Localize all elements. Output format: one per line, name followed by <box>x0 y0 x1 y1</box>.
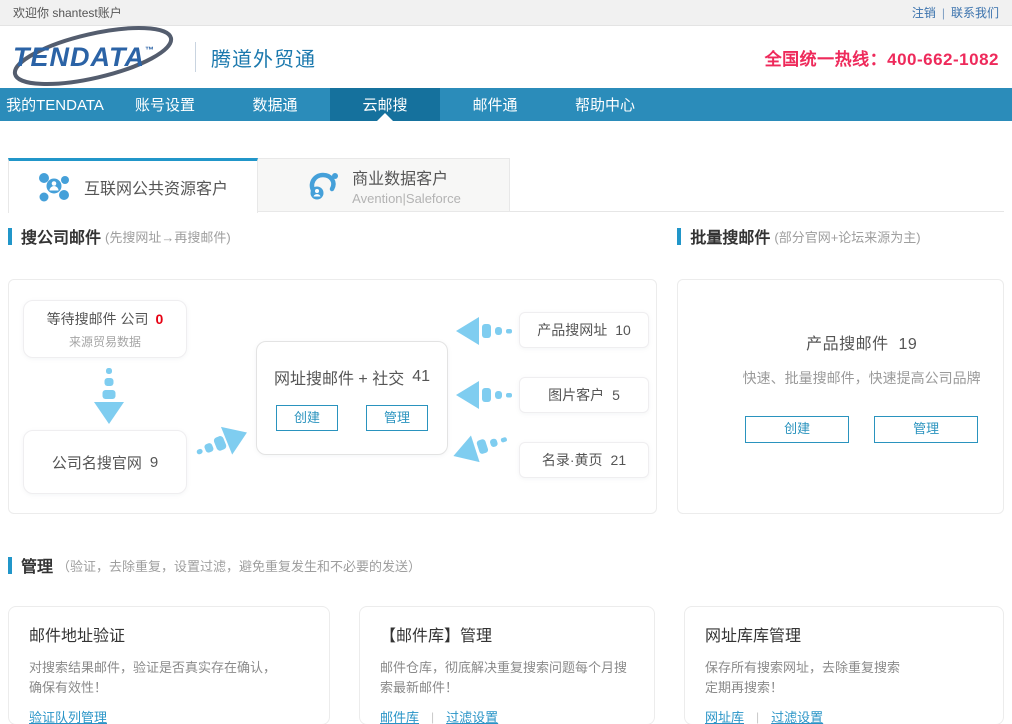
logo-text: TENDATA <box>13 42 145 73</box>
filter-settings-link[interactable]: 过滤设置 <box>446 707 498 724</box>
connection-person-icon <box>306 168 340 202</box>
mail-library-link[interactable]: 邮件库 <box>380 707 419 724</box>
url-search-mail-label: 网址搜邮件 + 社交 <box>274 365 404 389</box>
search-section-header: 搜公司邮件 (先搜网址→再搜邮件) <box>8 225 657 247</box>
image-customers-label: 图片客户 <box>548 385 604 405</box>
topbar-links-divider: | <box>942 6 945 20</box>
contact-us-link[interactable]: 联系我们 <box>951 4 999 21</box>
hotline-number: 全国统一热线：400-662-1082 <box>765 45 999 70</box>
card-body: 保存所有搜索网址，去除重复搜索 定期再搜索！ <box>705 658 983 698</box>
image-customers-count: 5 <box>612 387 620 403</box>
company-name-search-label: 公司名搜官网 <box>52 452 142 473</box>
active-nav-caret-icon <box>377 113 393 121</box>
section-title: 批量搜邮件 <box>690 224 770 248</box>
section-note: （验证，去除重复，设置过滤，避免重复发生和不必要的发送） <box>57 556 421 575</box>
tendata-logo[interactable]: TENDATA ™ <box>13 31 185 83</box>
link-divider: | <box>756 710 759 724</box>
directory-yellowpages-label: 名录·黄页 <box>542 450 603 470</box>
network-people-icon <box>38 171 70 203</box>
directory-yellowpages-count: 21 <box>611 452 627 468</box>
brand-name: 腾道外贸通 <box>211 43 316 72</box>
section-accent-bar <box>677 228 681 245</box>
section-title: 搜公司邮件 <box>21 224 101 248</box>
tab-business-data-customers[interactable]: 商业数据客户 Avention|Saleforce <box>258 158 510 212</box>
url-search-mail-box: 网址搜邮件 + 社交 41 创建 管理 <box>256 341 448 455</box>
section-title: 管理 <box>21 553 53 577</box>
section-accent-bar <box>8 228 12 245</box>
arrow-down-icon <box>93 366 125 424</box>
search-flow-panel: 等待搜邮件 公司 0 来源贸易数据 <box>8 279 657 514</box>
section-note: (先搜网址→再搜邮件) <box>105 227 231 246</box>
card-body: 邮件仓库，彻底解决重复搜索问题每个月搜索最新邮件！ <box>380 658 634 698</box>
create-button[interactable]: 创建 <box>276 405 338 432</box>
card-title: 邮件地址验证 <box>29 622 309 646</box>
company-name-search-box[interactable]: 公司名搜官网 9 <box>23 430 187 494</box>
image-customers-box[interactable]: 图片客户 5 <box>519 377 649 413</box>
tab-internet-public-customers[interactable]: 互联网公共资源客户 <box>8 158 258 213</box>
manage-button[interactable]: 管理 <box>366 405 428 432</box>
topbar: 欢迎你 shantest账户 注销 | 联系我们 <box>0 0 1012 26</box>
nav-item-my-tendata[interactable]: 我的TENDATA <box>0 88 110 121</box>
tab-label: 互联网公共资源客户 <box>84 175 228 199</box>
batch-create-button[interactable]: 创建 <box>745 416 849 443</box>
product-search-url-label: 产品搜网址 <box>537 320 607 340</box>
filter-settings-link[interactable]: 过滤设置 <box>771 707 823 724</box>
header: TENDATA ™ 腾道外贸通 全国统一热线：400-662-1082 <box>0 26 1012 88</box>
arrow-up-right-icon <box>189 417 254 470</box>
logo-tm: ™ <box>145 45 154 55</box>
product-search-mail-title: 产品搜邮件 19 <box>720 330 1003 354</box>
section-accent-bar <box>8 557 12 574</box>
card-title: 【邮件库】管理 <box>380 622 634 646</box>
batch-description: 快速、批量搜邮件，快速提高公司品牌 <box>720 368 1003 388</box>
product-search-url-count: 10 <box>615 322 631 338</box>
logo-divider <box>195 42 196 72</box>
url-library-card: 网址库库管理 保存所有搜索网址，去除重复搜索 定期再搜索！ 网址库 | 过滤设置 <box>684 606 1004 724</box>
waiting-companies-count: 0 <box>156 311 164 327</box>
nav-item-account-settings[interactable]: 账号设置 <box>110 88 220 121</box>
page-content: 互联网公共资源客户 商业数据客户 Avention|Saleforce 搜公司邮… <box>0 158 1012 724</box>
logout-link[interactable]: 注销 <box>912 4 936 21</box>
nav-item-data-tong[interactable]: 数据通 <box>220 88 330 121</box>
card-title: 网址库库管理 <box>705 622 983 646</box>
arrow-left-icon <box>456 380 514 410</box>
tab-sublabel: Avention|Saleforce <box>352 191 461 206</box>
product-search-url-box[interactable]: 产品搜网址 10 <box>519 312 649 348</box>
batch-section-header: 批量搜邮件 (部分官网+论坛来源为主) <box>677 225 1004 247</box>
mail-library-card: 【邮件库】管理 邮件仓库，彻底解决重复搜索问题每个月搜索最新邮件！ 邮件库 | … <box>359 606 655 724</box>
section-note: (部分官网+论坛来源为主) <box>774 227 920 246</box>
verification-queue-link[interactable]: 验证队列管理 <box>29 707 107 724</box>
arrow-left-icon <box>456 316 514 346</box>
company-name-search-count: 9 <box>150 454 158 471</box>
waiting-companies-label: 等待搜邮件 公司 <box>47 309 149 329</box>
batch-manage-button[interactable]: 管理 <box>874 416 978 443</box>
card-body: 对搜索结果邮件，验证是否真实存在确认， 确保有效性！ <box>29 658 309 698</box>
url-search-mail-count: 41 <box>412 368 430 386</box>
waiting-companies-source: 来源贸易数据 <box>69 333 141 350</box>
product-search-mail-count: 19 <box>898 336 917 353</box>
topbar-links: 注销 | 联系我们 <box>912 4 999 21</box>
nav-item-mail-tong[interactable]: 邮件通 <box>440 88 550 121</box>
directory-yellowpages-box[interactable]: 名录·黄页 21 <box>519 442 649 478</box>
manage-section-header: 管理 （验证，去除重复，设置过滤，避免重复发生和不必要的发送） <box>8 554 1004 576</box>
tabs-row: 互联网公共资源客户 商业数据客户 Avention|Saleforce <box>8 158 1004 212</box>
url-library-link[interactable]: 网址库 <box>705 707 744 724</box>
arrow-up-left-icon <box>449 424 513 470</box>
link-divider: | <box>431 710 434 724</box>
mail-verification-card: 邮件地址验证 对搜索结果邮件，验证是否真实存在确认， 确保有效性！ 验证队列管理 <box>8 606 330 724</box>
welcome-text: 欢迎你 shantest账户 <box>13 4 122 21</box>
nav-item-help-center[interactable]: 帮助中心 <box>550 88 660 121</box>
tab-label: 商业数据客户 <box>352 165 448 189</box>
nav-item-cloud-mail-search[interactable]: 云邮搜 <box>330 88 440 121</box>
main-nav: 我的TENDATA 账号设置 数据通 云邮搜 邮件通 帮助中心 <box>0 88 1012 121</box>
waiting-companies-box[interactable]: 等待搜邮件 公司 0 来源贸易数据 <box>23 300 187 358</box>
batch-search-panel: 产品搜邮件 19 快速、批量搜邮件，快速提高公司品牌 创建 管理 <box>677 279 1004 514</box>
